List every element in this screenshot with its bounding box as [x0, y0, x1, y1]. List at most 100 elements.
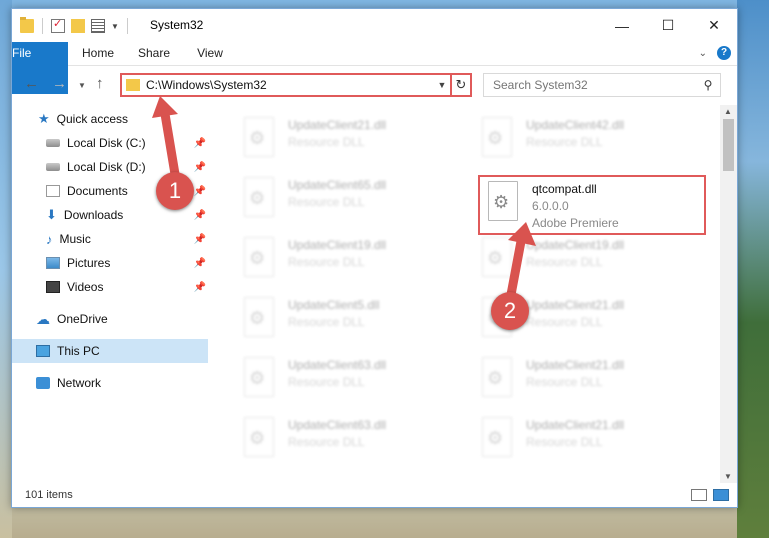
large-icons-view-icon[interactable]: [713, 489, 729, 501]
dll-file-icon: ⚙: [240, 297, 278, 341]
nav-item-label: Documents: [67, 184, 128, 198]
file-item[interactable]: ⚙ UpdateClient19.dll Resource DLL: [478, 237, 706, 289]
ribbon-right-controls: ⌄ ?: [699, 46, 731, 60]
toolbar-separator: [42, 18, 43, 34]
pictures-icon: [46, 257, 60, 269]
tab-share[interactable]: Share: [134, 42, 174, 65]
file-description: Resource DLL: [288, 375, 365, 389]
dll-file-icon: ⚙: [240, 417, 278, 461]
file-version: 6.0.0.0: [532, 199, 569, 213]
maximize-button[interactable]: ☐: [645, 9, 691, 42]
nav-item-onedrive[interactable]: ☁ OneDrive: [12, 307, 208, 331]
file-item[interactable]: ⚙ UpdateClient21.dll Resource DLL: [478, 417, 706, 469]
nav-item-this-pc[interactable]: This PC: [12, 339, 208, 363]
new-folder-icon[interactable]: [71, 19, 85, 33]
tab-view[interactable]: View: [192, 42, 228, 65]
file-name: UpdateClient19.dll: [526, 238, 625, 252]
file-name: qtcompat.dll: [532, 182, 597, 196]
file-name: UpdateClient21.dll: [526, 298, 625, 312]
file-description: Resource DLL: [526, 315, 603, 329]
videos-icon: [46, 281, 60, 293]
pin-icon[interactable]: 📌: [194, 162, 206, 173]
step-2-badge: 2: [491, 292, 529, 330]
nav-item-videos[interactable]: Videos 📌: [12, 275, 208, 299]
nav-item-music[interactable]: ♪ Music 📌: [12, 227, 208, 251]
back-arrow-icon[interactable]: ←: [24, 75, 39, 92]
nav-item-label: Music: [59, 232, 91, 246]
pin-icon[interactable]: 📌: [194, 138, 206, 149]
up-arrow-icon[interactable]: ↑: [96, 75, 104, 92]
view-icon[interactable]: [91, 19, 105, 33]
file-item[interactable]: ⚙ UpdateClient19.dll Resource DLL: [240, 237, 468, 289]
dll-file-icon: ⚙: [240, 177, 278, 221]
dll-file-icon: ⚙: [478, 357, 516, 401]
drive-icon: [46, 163, 60, 171]
help-icon[interactable]: ?: [717, 46, 731, 60]
address-bar[interactable]: C:\Windows\System32 ▼ ↻: [120, 73, 472, 97]
file-name: UpdateClient63.dll: [288, 358, 387, 372]
pin-icon[interactable]: 📌: [194, 282, 206, 293]
dll-file-icon: ⚙: [484, 181, 522, 225]
file-description: Resource DLL: [288, 255, 365, 269]
dll-file-icon: ⚙: [240, 357, 278, 401]
view-switcher: [691, 489, 729, 501]
file-item[interactable]: ⚙ UpdateClient65.dll Resource DLL: [240, 177, 468, 229]
file-description: Resource DLL: [288, 435, 365, 449]
tab-home[interactable]: Home: [78, 42, 118, 65]
nav-item-label: This PC: [57, 344, 100, 358]
file-item[interactable]: ⚙ UpdateClient63.dll Resource DLL: [240, 357, 468, 409]
nav-item-label: Local Disk (C:): [67, 136, 146, 150]
item-count: 101 items: [25, 489, 73, 501]
nav-item-label: Network: [57, 376, 102, 390]
dll-file-icon: ⚙: [478, 417, 516, 461]
pin-icon[interactable]: 📌: [194, 258, 206, 269]
recent-locations-chevron-icon[interactable]: ▼: [78, 81, 86, 90]
details-view-icon[interactable]: [691, 489, 707, 501]
navigation-bar: ← → ▼ ↑ C:\Windows\System32 ▼ ↻ ⚲: [12, 69, 737, 101]
address-path[interactable]: C:\Windows\System32: [146, 78, 434, 92]
file-description: Resource DLL: [526, 255, 603, 269]
nav-item-local-disk-c[interactable]: Local Disk (C:) 📌: [12, 131, 208, 155]
dll-file-icon: ⚙: [240, 237, 278, 281]
address-dropdown-chevron-icon[interactable]: ▼: [434, 80, 450, 90]
nav-item-network[interactable]: Network: [12, 371, 208, 395]
minimize-button[interactable]: —: [599, 9, 645, 42]
file-company: Adobe Premiere: [532, 216, 619, 230]
desktop-background-right: [737, 0, 769, 538]
file-name: UpdateClient21.dll: [526, 358, 625, 372]
folder-icon: [126, 79, 140, 91]
search-box[interactable]: ⚲: [483, 73, 721, 97]
pin-icon[interactable]: 📌: [194, 186, 206, 197]
customize-toolbar-chevron-icon[interactable]: ▼: [111, 22, 119, 31]
file-item[interactable]: ⚙ UpdateClient21.dll Resource DLL: [478, 357, 706, 409]
vertical-scrollbar[interactable]: ▲ ▼: [720, 105, 737, 483]
documents-icon: [46, 185, 60, 197]
properties-icon[interactable]: [51, 17, 65, 33]
dll-file-icon: ⚙: [240, 117, 278, 161]
nav-item-pictures[interactable]: Pictures 📌: [12, 251, 208, 275]
scroll-down-arrow-icon[interactable]: ▼: [724, 472, 732, 481]
search-icon[interactable]: ⚲: [696, 78, 720, 92]
expand-ribbon-chevron-icon[interactable]: ⌄: [699, 48, 707, 59]
file-item[interactable]: ⚙ UpdateClient63.dll Resource DLL: [240, 417, 468, 469]
search-input[interactable]: [493, 78, 696, 92]
scrollbar-thumb[interactable]: [723, 119, 734, 171]
pin-icon[interactable]: 📌: [194, 210, 206, 221]
forward-arrow-icon[interactable]: →: [52, 75, 67, 92]
nav-item-label: OneDrive: [57, 312, 108, 326]
folder-icon[interactable]: [20, 17, 34, 33]
file-name: UpdateClient5.dll: [288, 298, 380, 312]
scroll-up-arrow-icon[interactable]: ▲: [724, 107, 732, 116]
pin-icon[interactable]: 📌: [194, 234, 206, 245]
file-item-qtcompat[interactable]: ⚙ qtcompat.dll 6.0.0.0 Adobe Premiere: [478, 175, 706, 235]
explorer-window: ▼ System32 — ☐ ✕ File Home Share View ⌄ …: [11, 8, 738, 508]
close-button[interactable]: ✕: [691, 9, 737, 42]
file-item[interactable]: ⚙ UpdateClient42.dll Resource DLL: [478, 117, 706, 169]
pc-icon: [36, 345, 50, 357]
nav-item-quick-access[interactable]: ★ Quick access: [12, 107, 208, 131]
file-description: Resource DLL: [526, 135, 603, 149]
file-item[interactable]: ⚙ UpdateClient21.dll Resource DLL: [240, 117, 468, 169]
refresh-icon[interactable]: ↻: [450, 75, 470, 95]
file-item[interactable]: ⚙ UpdateClient5.dll Resource DLL: [240, 297, 468, 349]
dll-file-icon: ⚙: [478, 117, 516, 161]
